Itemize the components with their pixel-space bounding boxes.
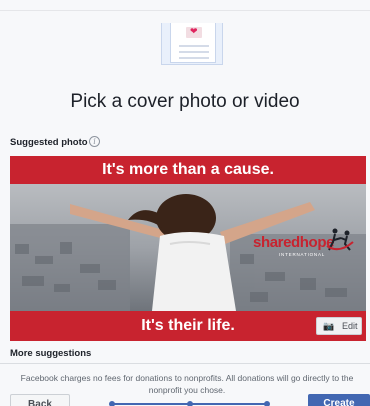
logo-figures bbox=[326, 228, 354, 251]
step-dot bbox=[264, 401, 270, 406]
heart-icon: ❤ bbox=[190, 27, 198, 37]
fees-notice: Facebook charges no fees for donations t… bbox=[20, 373, 354, 395]
suggested-photo-label: Suggested photo bbox=[10, 137, 88, 148]
edit-button-label: Edit bbox=[342, 321, 358, 331]
illustration-line bbox=[179, 51, 209, 53]
info-icon[interactable]: i bbox=[89, 136, 100, 147]
step-dot bbox=[109, 401, 115, 406]
edit-cover-button[interactable]: 📷 Edit bbox=[316, 317, 362, 335]
step-dot bbox=[187, 401, 193, 406]
cover-photo[interactable]: It's more than a cause. sharedhope INTER… bbox=[10, 156, 366, 341]
heart-box: ❤ bbox=[186, 27, 202, 38]
illustration-line bbox=[179, 57, 209, 59]
back-button[interactable]: Back bbox=[10, 394, 70, 406]
create-button[interactable]: Create bbox=[308, 394, 370, 406]
illustration-line bbox=[179, 45, 209, 47]
camera-icon: 📷 bbox=[323, 322, 335, 332]
cover-top-banner: It's more than a cause. bbox=[10, 156, 366, 184]
logo-text: sharedhope bbox=[253, 234, 335, 251]
divider bbox=[0, 363, 370, 364]
logo-subtext: INTERNATIONAL bbox=[279, 252, 326, 257]
more-suggestions-label[interactable]: More suggestions bbox=[10, 348, 91, 359]
fundraiser-illustration: ❤ bbox=[161, 23, 223, 65]
cover-photo-image: sharedhope INTERNATIONAL bbox=[10, 184, 366, 311]
cover-bottom-banner: It's their life. bbox=[10, 311, 366, 341]
illustration-card: ❤ bbox=[170, 23, 216, 63]
dialog-title: Pick a cover photo or video bbox=[70, 91, 300, 112]
create-fundraiser-dialog: ❤ Pick a cover photo or video Suggested … bbox=[0, 10, 370, 406]
shared-hope-logo: sharedhope INTERNATIONAL bbox=[253, 228, 357, 268]
